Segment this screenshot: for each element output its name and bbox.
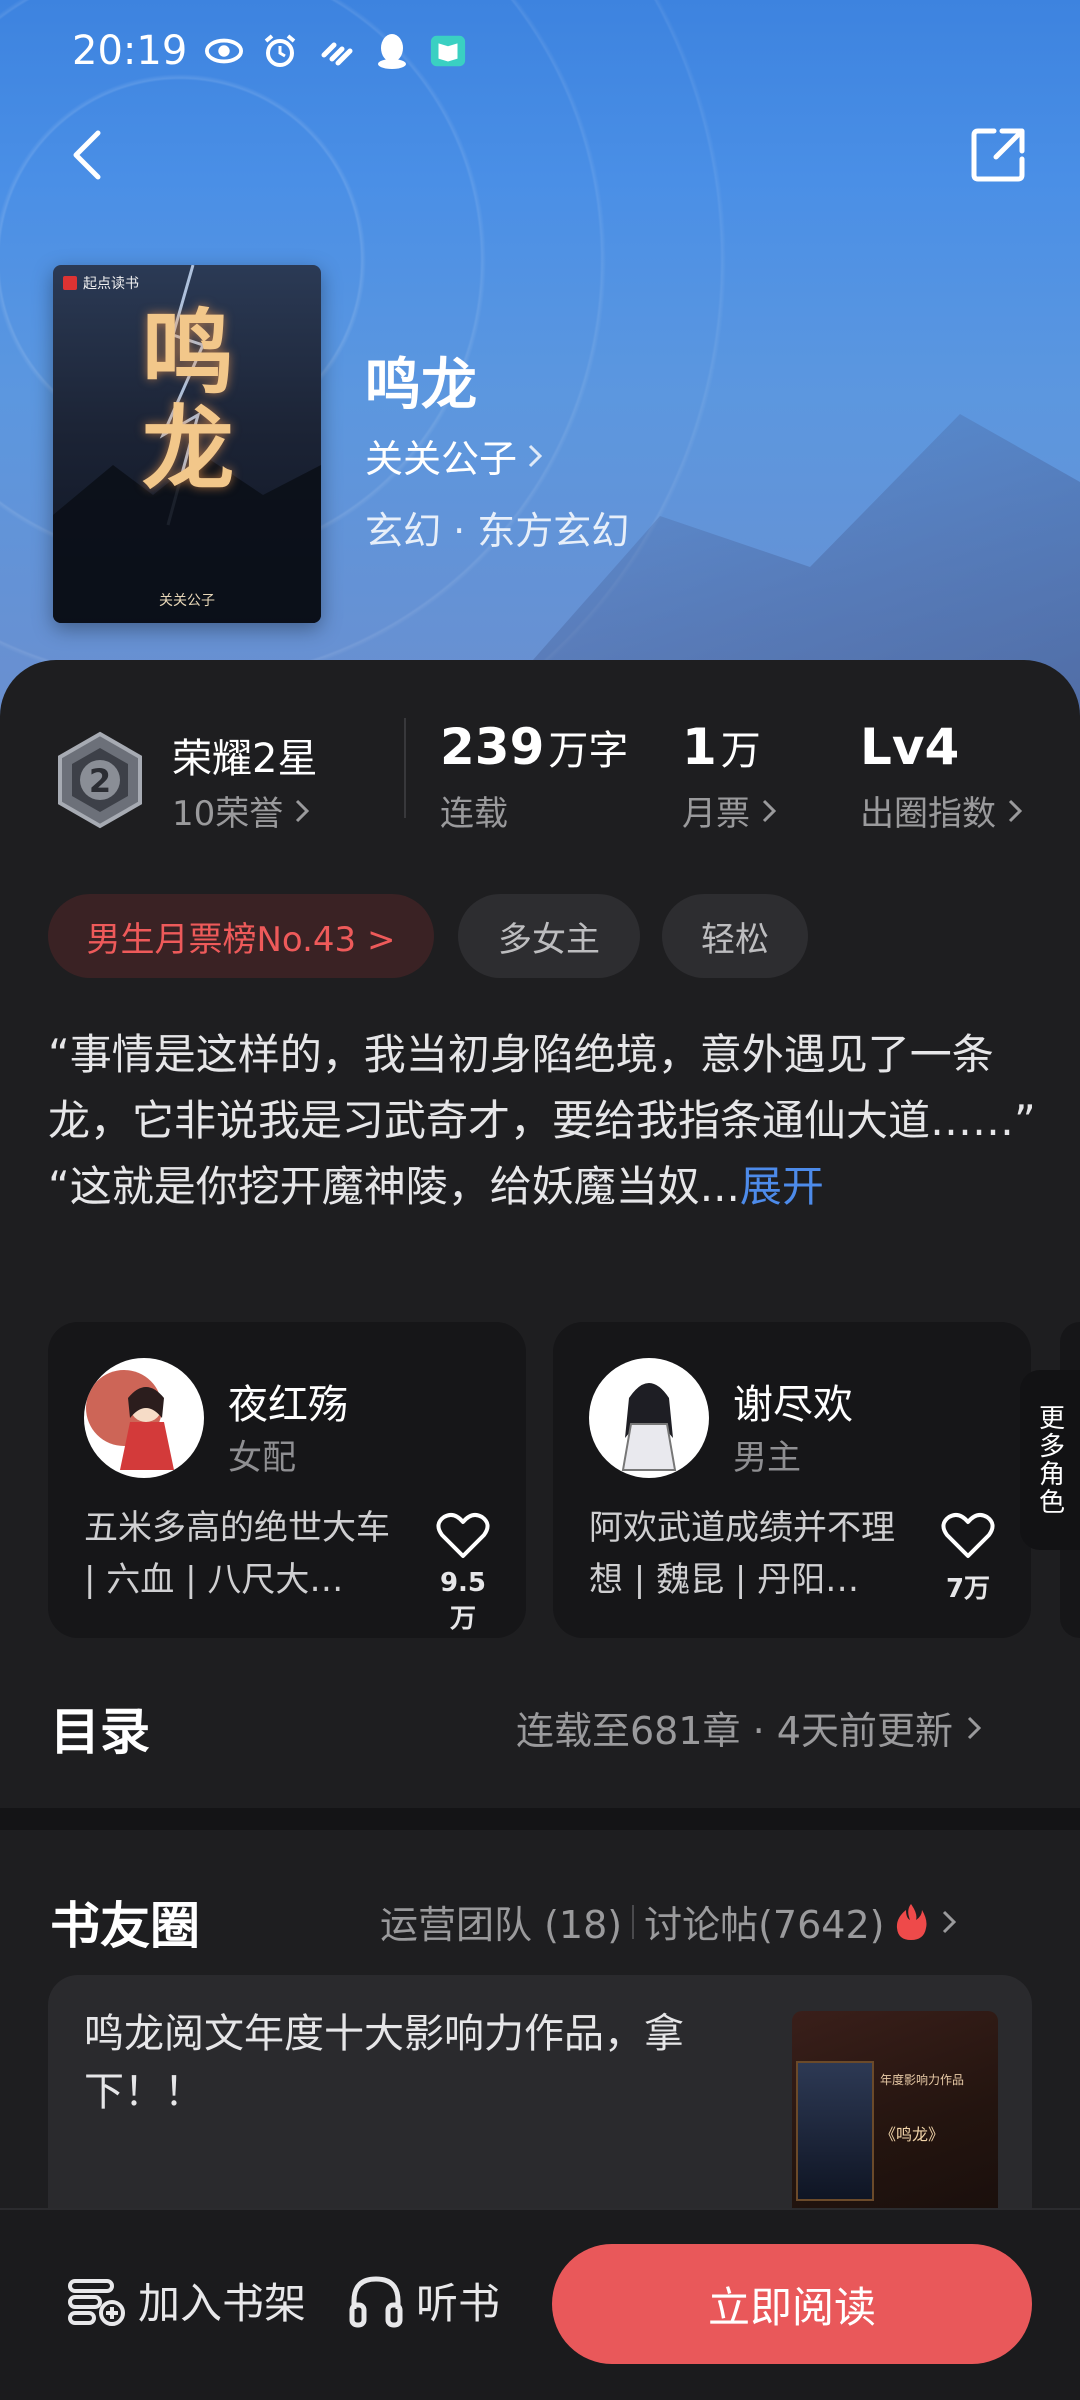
post-thumbnail: 年度影响力作品 《鸣龙》 [792, 2011, 998, 2215]
reader-app-icon [429, 32, 467, 70]
cover-author: 关关公子 [159, 593, 215, 609]
honor-sub[interactable]: 10荣誉 [172, 786, 315, 835]
synopsis-line-2: “这就是你挖开魔神陵，给妖魔当奴...展开 [48, 1162, 824, 1211]
listen-label: 听书 [416, 2279, 501, 2328]
alarm-icon [261, 32, 299, 70]
link-icon [317, 32, 355, 70]
expand-link[interactable]: 展开 [740, 1162, 824, 1211]
honor-title[interactable]: 荣耀2星 [172, 726, 317, 784]
back-button[interactable] [60, 125, 120, 185]
add-to-shelf-button[interactable]: 加入书架 [66, 2270, 306, 2331]
meta-divider [632, 1904, 635, 1939]
popularity-index-label[interactable]: 出圈指数 [860, 786, 1028, 835]
bookshelf-add-icon [68, 2278, 125, 2326]
circle-title: 书友圈 [50, 1897, 200, 1955]
post-card[interactable]: 鸣龙阅文年度十大影响力作品，拿下！！ 年度影响力作品 《鸣龙》 [48, 1975, 1032, 2215]
catalog-meta: 连载至681章 · 4天前更新 [516, 1709, 953, 1753]
circle-meta[interactable]: 运营团队 (18) 讨论帖(7642) [380, 1894, 962, 1949]
add-to-shelf-label: 加入书架 [138, 2279, 307, 2328]
role-card[interactable]: 谢尽欢 男主 阿欢武道成绩并不理想 | 魏昆 | 丹阳… 7万 [553, 1322, 1031, 1638]
status-time: 20:19 [72, 28, 188, 74]
fire-icon [897, 1903, 927, 1940]
share-button[interactable] [968, 125, 1028, 185]
synopsis-line-1: “事情是这样的，我当初身陷绝境，意外遇见了一条龙，它非说我是习武奇才，要给我指条… [48, 1030, 1036, 1145]
thumbnail-caption: 年度影响力作品 [880, 2073, 965, 2087]
author-name: 关关公子 [365, 437, 518, 481]
heart-icon [436, 1512, 490, 1558]
catalog-title: 目录 [50, 1703, 150, 1761]
mini-cover-image [796, 2061, 874, 2201]
role-desc: 五米多高的绝世大车 | 六血 | 八尺大… [84, 1508, 390, 1600]
brand-logo-icon [63, 276, 77, 290]
honor-medal-icon[interactable]: 2 [50, 730, 150, 830]
chevron-right-icon [528, 444, 543, 467]
like-count: 7万 [945, 1574, 991, 1604]
tag-relaxed[interactable]: 轻松 [662, 894, 808, 978]
word-count: 239 万字 [440, 718, 629, 776]
more-roles-button[interactable]: 更多角色 [1020, 1370, 1080, 1550]
like-button[interactable]: 9.5万 [428, 1512, 498, 1635]
catalog-link[interactable]: 连载至681章 · 4天前更新 [516, 1700, 987, 1755]
chevron-left-icon [73, 130, 101, 180]
book-cover[interactable]: 起点读书 鸣龙 关关公子 [53, 265, 321, 623]
role-name: 夜红殇 [228, 1382, 348, 1428]
section-divider [0, 1808, 1080, 1830]
share-icon [971, 128, 1025, 182]
author-link[interactable]: 关关公子 [365, 428, 545, 483]
serial-status: 连载 [440, 794, 508, 834]
eye-icon [205, 32, 244, 70]
role-name: 谢尽欢 [733, 1382, 853, 1428]
role-type: 男主 [733, 1438, 801, 1478]
headphones-icon [349, 2275, 403, 2327]
operations-team-link[interactable]: 运营团队 (18) [380, 1894, 622, 1949]
like-button[interactable]: 7万 [933, 1512, 1003, 1605]
role-type: 女配 [228, 1438, 296, 1478]
chevron-right-icon [296, 799, 310, 822]
avatar [589, 1358, 709, 1478]
stats-divider [404, 718, 406, 818]
monthly-tickets[interactable]: 1万 [682, 718, 761, 776]
listen-button[interactable]: 听书 [348, 2270, 500, 2331]
synopsis[interactable]: “事情是这样的，我当初身陷绝境，意外遇见了一条龙，它非说我是习武奇才，要给我指条… [48, 1022, 1038, 1220]
qq-icon [373, 32, 411, 70]
cover-title: 鸣龙 [141, 299, 234, 503]
role-card[interactable]: 夜红殇 女配 五米多高的绝世大车 | 六血 | 八尺大… 9.5万 [48, 1322, 526, 1638]
heart-icon [941, 1512, 995, 1558]
chevron-right-icon [1008, 799, 1023, 822]
thumbnail-title: 《鸣龙》 [880, 2125, 945, 2144]
monthly-tickets-label[interactable]: 月票 [682, 786, 782, 835]
avatar [84, 1358, 204, 1478]
post-text: 鸣龙阅文年度十大影响力作品，拿下！！ [84, 2011, 684, 2115]
like-count: 9.5万 [439, 1568, 487, 1634]
discussion-posts-link[interactable]: 讨论帖(7642) [644, 1894, 884, 1949]
chevron-right-icon [943, 1910, 957, 1933]
chevron-right-icon [967, 1716, 982, 1739]
book-genre[interactable]: 玄幻 · 东方玄幻 [365, 500, 629, 555]
tag-rank[interactable]: 男生月票榜No.43 > [48, 894, 434, 978]
popularity-index[interactable]: Lv4 [860, 718, 959, 776]
chevron-right-icon [762, 799, 777, 822]
read-now-button[interactable]: 立即阅读 [552, 2244, 1032, 2364]
cover-brand: 起点读书 [63, 273, 139, 293]
book-title: 鸣龙 [365, 353, 477, 418]
svg-text:2: 2 [89, 762, 111, 800]
status-bar: 20:19 [72, 26, 467, 76]
tag-harem[interactable]: 多女主 [458, 894, 640, 978]
role-desc: 阿欢武道成绩并不理想 | 魏昆 | 丹阳… [589, 1508, 895, 1600]
